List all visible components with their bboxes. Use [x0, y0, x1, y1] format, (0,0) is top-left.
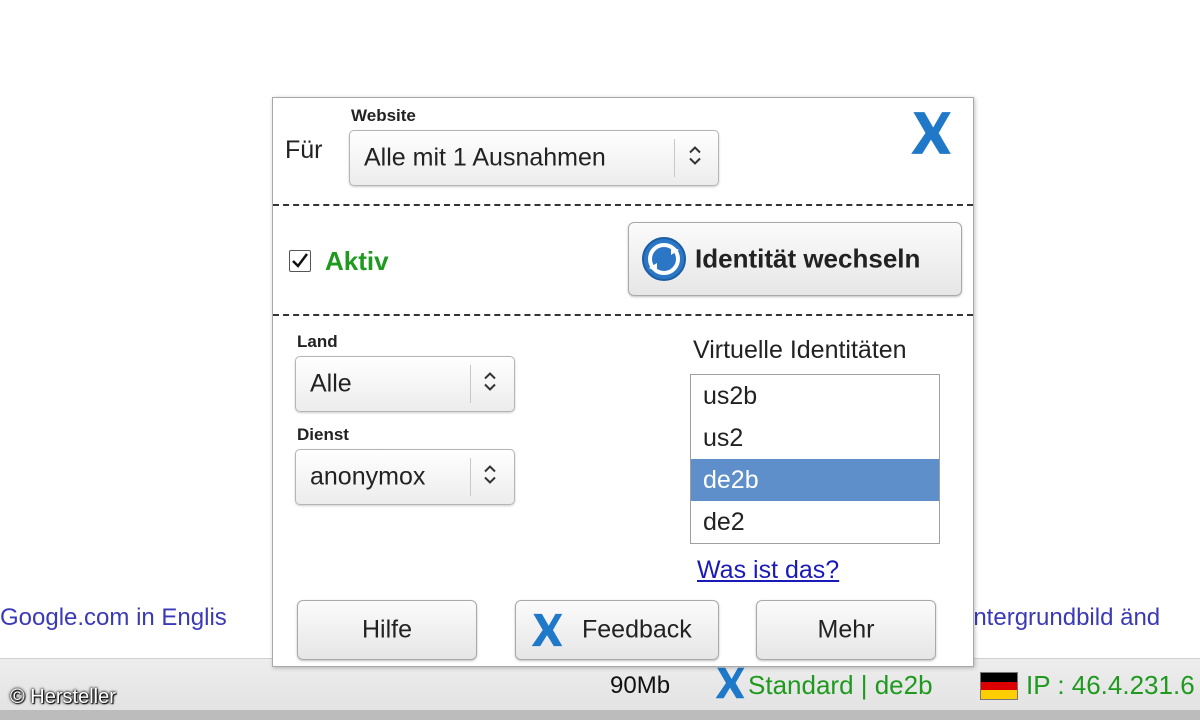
section-divider: [273, 204, 973, 206]
chevron-up-down-icon: [481, 462, 499, 493]
country-select[interactable]: Alle: [295, 356, 515, 412]
switch-identity-button[interactable]: Identität wechseln: [628, 222, 962, 296]
chevron-up-down-icon: [686, 143, 704, 174]
chevron-up-down-icon: [481, 369, 499, 400]
select-divider: [674, 139, 675, 177]
anonymox-x-icon: [909, 108, 953, 163]
anonymox-x-icon[interactable]: [714, 666, 746, 705]
active-checkbox[interactable]: [289, 250, 311, 272]
country-select-value: Alle: [310, 369, 352, 398]
service-select-value: anonymox: [310, 462, 426, 491]
identities-title: Virtuelle Identitäten: [693, 336, 907, 364]
active-label: Aktiv: [325, 246, 389, 276]
identity-item[interactable]: de2: [691, 501, 939, 543]
what-is-this-link[interactable]: Was ist das?: [697, 556, 839, 585]
change-background-link[interactable]: intergrundbild änd: [968, 604, 1160, 632]
anonymox-popup: Website Für Alle mit 1 Ausnahmen Aktiv I…: [272, 97, 974, 667]
identity-item[interactable]: us2: [691, 417, 939, 459]
section-divider: [273, 314, 973, 316]
active-profile-status[interactable]: Standard | de2b: [748, 670, 933, 701]
refresh-globe-icon: [641, 236, 687, 287]
germany-flag-icon: [980, 672, 1018, 700]
identities-list[interactable]: us2b us2 de2b de2: [690, 374, 940, 544]
identity-item-selected[interactable]: de2b: [691, 459, 939, 501]
more-button[interactable]: Mehr: [756, 600, 936, 660]
help-button-label: Hilfe: [361, 615, 412, 644]
ip-address-status: IP : 46.4.231.6: [1026, 670, 1195, 700]
service-select[interactable]: anonymox: [295, 449, 515, 505]
feedback-button-label: Feedback: [582, 615, 692, 644]
identity-item[interactable]: us2b: [691, 375, 939, 417]
select-divider: [470, 458, 471, 496]
website-label: Website: [351, 106, 416, 125]
website-select-value: Alle mit 1 Ausnahmen: [364, 143, 606, 172]
service-label: Dienst: [297, 425, 349, 444]
country-label: Land: [297, 332, 338, 351]
help-button[interactable]: Hilfe: [297, 600, 477, 660]
switch-identity-label: Identität wechseln: [695, 243, 921, 274]
website-select[interactable]: Alle mit 1 Ausnahmen: [349, 130, 719, 186]
feedback-button[interactable]: Feedback: [515, 600, 719, 660]
for-label: Für: [285, 136, 323, 164]
status-bar-bottom-strip: [0, 710, 1200, 720]
more-button-label: Mehr: [817, 615, 875, 644]
image-credit: © Hersteller: [10, 686, 116, 708]
checkmark-icon: [292, 253, 308, 268]
google-english-link[interactable]: Google.com in Englis: [0, 604, 227, 632]
memory-usage: 90Mb: [610, 672, 671, 699]
anonymox-x-icon: [530, 612, 564, 653]
select-divider: [470, 365, 471, 403]
